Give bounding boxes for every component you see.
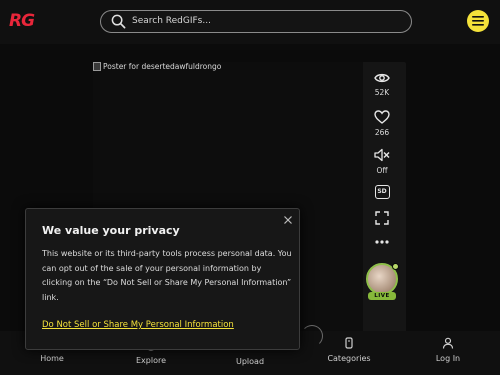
menu-button[interactable] <box>467 10 489 32</box>
upload-ring <box>301 325 323 347</box>
sound-toggle[interactable]: Off <box>366 148 398 175</box>
redgifs-logo[interactable]: RG <box>9 11 35 31</box>
more-button[interactable] <box>366 240 398 244</box>
quality-toggle[interactable]: SD <box>366 185 398 199</box>
privacy-dialog: We value your privacy This website or it… <box>25 208 300 350</box>
eye-icon <box>374 73 390 83</box>
privacy-title: We value your privacy <box>42 224 180 237</box>
do-not-sell-link[interactable]: Do Not Sell or Share My Personal Informa… <box>42 320 234 330</box>
nav-login[interactable]: Log In <box>408 331 488 375</box>
poster-alt-text: Poster for desertedawfuldrongo <box>103 62 222 71</box>
speaker-muted-icon <box>374 148 390 162</box>
hamburger-icon <box>472 16 484 26</box>
views-count: 52K <box>374 88 390 97</box>
privacy-body: This website or its third-party tools pr… <box>42 249 292 302</box>
quality-badge: SD <box>374 185 390 199</box>
search-bar[interactable]: Search RedGIFs... <box>100 10 412 33</box>
broken-image-icon <box>93 62 101 71</box>
more-dots-icon <box>375 240 389 244</box>
live-badge: LIVE <box>368 292 396 300</box>
nav-login-label: Log In <box>435 354 461 363</box>
sound-label: Off <box>376 166 388 175</box>
fullscreen-icon <box>375 211 389 225</box>
nav-categories-label: Categories <box>327 354 371 363</box>
search-icon <box>111 14 126 29</box>
nav-home-label: Home <box>40 354 64 363</box>
nav-explore-label: Explore <box>135 356 167 365</box>
creator-avatar[interactable] <box>366 263 399 295</box>
views-action: 52K <box>366 72 398 97</box>
heart-icon <box>374 110 390 124</box>
top-header: RG Search RedGIFs... <box>0 0 500 44</box>
close-icon[interactable] <box>282 214 294 226</box>
poster-image: Poster for desertedawfuldrongo <box>93 62 221 71</box>
search-placeholder: Search RedGIFs... <box>132 16 211 26</box>
likes-count: 266 <box>374 128 390 137</box>
like-button[interactable]: 266 <box>366 110 398 137</box>
nav-upload-label: Upload <box>235 357 265 366</box>
categories-icon <box>345 337 353 349</box>
page: RG Search RedGIFs... Poster for deserted… <box>0 0 500 375</box>
fullscreen-button[interactable] <box>366 211 398 225</box>
user-icon <box>442 337 454 349</box>
online-indicator <box>392 263 399 270</box>
